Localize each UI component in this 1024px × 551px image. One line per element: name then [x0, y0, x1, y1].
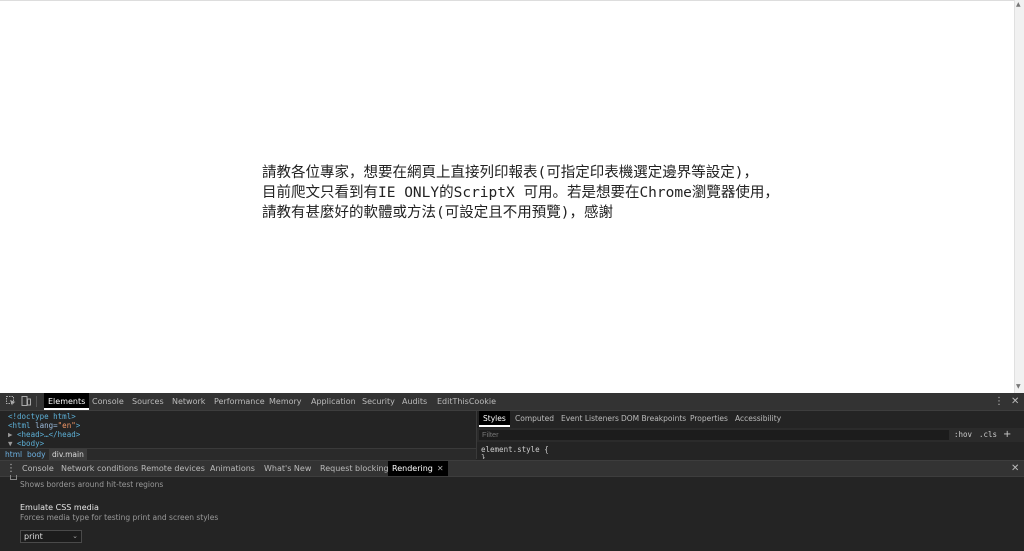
tab-editthiscookie[interactable]: EditThisCookie [433, 393, 500, 410]
doctype-text: <!doctype html> [8, 412, 76, 421]
hov-toggle[interactable]: :hov [954, 430, 972, 440]
breadcrumb-html[interactable]: html [2, 449, 25, 460]
breadcrumb-div-main[interactable]: div.main [49, 449, 87, 460]
lang-value: "en" [57, 421, 76, 430]
scroll-up-arrow-icon[interactable]: ▲ [1016, 1, 1021, 9]
drawer-tab-console[interactable]: Console [18, 461, 58, 476]
tab-dom-breakpoints[interactable]: DOM Breakpoints [617, 411, 690, 427]
tab-application[interactable]: Application [307, 393, 360, 410]
drawer-tab-animations[interactable]: Animations [206, 461, 259, 476]
tab-event-listeners[interactable]: Event Listeners [557, 411, 623, 427]
drawer-close-icon[interactable]: ✕ [1011, 460, 1019, 477]
rendering-panel: Shows borders around hit-test regions Em… [0, 475, 1024, 551]
drawer-tab-rendering-label: Rendering [392, 464, 433, 473]
head-tag: <head>…</head> [17, 430, 81, 439]
cls-toggle[interactable]: .cls [979, 430, 997, 440]
chevron-down-icon: ⌄ [72, 532, 78, 540]
tab-network[interactable]: Network [168, 393, 209, 410]
html-node[interactable]: <html lang="en"> [8, 421, 80, 430]
emulate-css-media-title: Emulate CSS media [20, 503, 99, 512]
body-tag: <body> [17, 439, 45, 448]
media-type-select[interactable]: print ⌄ [20, 530, 82, 543]
html-open-tag: <html [8, 421, 31, 430]
toolbar-divider [36, 396, 37, 407]
new-style-rule-icon[interactable]: + [1003, 428, 1011, 442]
element-style-close: } [481, 453, 486, 459]
drawer-tab-request-blocking[interactable]: Request blocking [316, 461, 393, 476]
page-scrollbar[interactable]: ▲ ▼ [1014, 0, 1024, 393]
close-rendering-tab-icon[interactable]: ✕ [437, 464, 444, 473]
tab-accessibility[interactable]: Accessibility [731, 411, 785, 427]
tab-elements[interactable]: Elements [44, 393, 90, 410]
hit-test-description: Shows borders around hit-test regions [20, 480, 164, 489]
tab-security[interactable]: Security [358, 393, 399, 410]
tab-performance[interactable]: Performance [210, 393, 269, 410]
tab-sources[interactable]: Sources [128, 393, 168, 410]
collapse-triangle-icon[interactable]: ▼ [8, 439, 17, 448]
lang-attr: lang= [30, 421, 58, 430]
elements-tree: <!doctype html> <html lang="en"> ▶ <head… [0, 411, 476, 448]
styles-filter-bar: :hov .cls + [477, 428, 1024, 442]
hit-test-checkbox[interactable] [10, 475, 17, 480]
tab-audits[interactable]: Audits [398, 393, 431, 410]
scroll-down-arrow-icon[interactable]: ▼ [1016, 383, 1021, 391]
drawer-tabbar: ⋮ Console Network conditions Remote devi… [0, 460, 1024, 477]
drawer-tab-remote-devices[interactable]: Remote devices [137, 461, 209, 476]
breadcrumb-body[interactable]: body [24, 449, 49, 460]
devtools-menu-icon[interactable]: ⋮ [994, 393, 1004, 410]
tab-computed[interactable]: Computed [511, 411, 558, 427]
drawer-tab-rendering[interactable]: Rendering ✕ [388, 461, 448, 476]
content-line-1: 請教各位專家，想要在網頁上直接列印報表(可指定印表機選定邊界等設定)， [262, 165, 758, 181]
html-close-bracket: > [75, 421, 81, 430]
tab-styles[interactable]: Styles [479, 411, 510, 427]
inspect-element-icon[interactable] [6, 396, 16, 406]
drawer-tab-network-conditions[interactable]: Network conditions [57, 461, 142, 476]
tab-memory[interactable]: Memory [265, 393, 306, 410]
content-line-3: 請教有甚麼好的軟體或方法(可設定且不用預覽)，感謝 [262, 205, 613, 221]
drawer-tab-whats-new[interactable]: What's New [260, 461, 315, 476]
expand-triangle-icon[interactable]: ▶ [8, 430, 17, 439]
content-line-2: 目前爬文只看到有IE ONLY的ScriptX 可用。若是想要在Chrome瀏覽… [262, 185, 779, 201]
page-content: 請教各位專家，想要在網頁上直接列印報表(可指定印表機選定邊界等設定)， 目前爬文… [262, 163, 822, 223]
styles-pane: Styles Computed Event Listeners DOM Brea… [476, 411, 1024, 459]
styles-filter-input[interactable] [479, 430, 949, 440]
devtools-close-icon[interactable]: ✕ [1011, 393, 1019, 410]
body-node[interactable]: ▼ <body> [8, 439, 44, 448]
devtools-panel: Elements Console Sources Network Perform… [0, 393, 1024, 551]
page-viewport: 請教各位專家，想要在網頁上直接列印報表(可指定印表機選定邊界等設定)， 目前爬文… [0, 0, 1014, 393]
tab-console[interactable]: Console [88, 393, 128, 410]
devtools-toolbar: Elements Console Sources Network Perform… [0, 393, 1024, 411]
emulate-css-media-description: Forces media type for testing print and … [20, 513, 219, 522]
head-node[interactable]: ▶ <head>…</head> [8, 430, 80, 439]
element-style-rule[interactable]: element.style { [481, 445, 549, 454]
device-toolbar-icon[interactable] [21, 396, 31, 406]
media-type-value: print [24, 532, 43, 541]
breadcrumb: html body div.main [0, 448, 476, 460]
tab-properties[interactable]: Properties [686, 411, 732, 427]
doctype-node[interactable]: <!doctype html> [8, 412, 76, 421]
